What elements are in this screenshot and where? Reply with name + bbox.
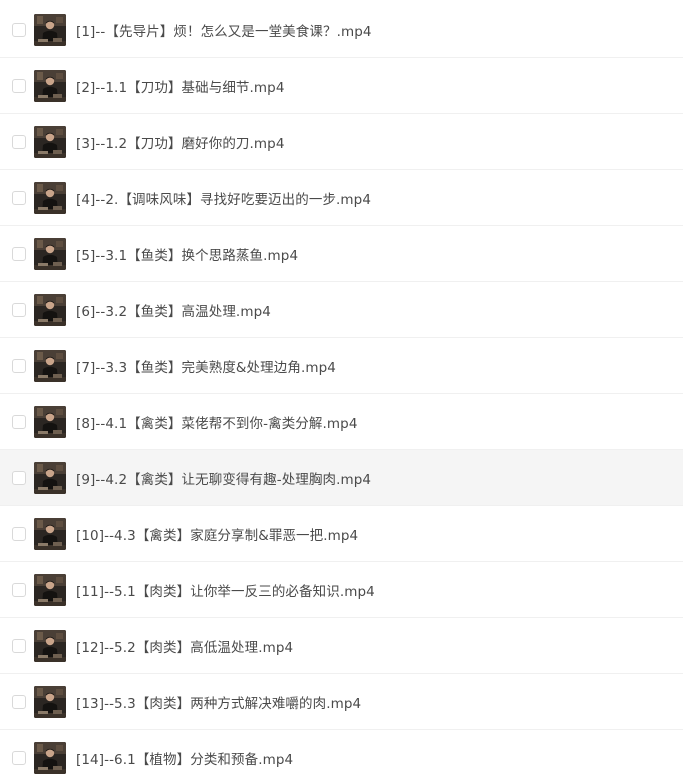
file-checkbox[interactable]	[12, 134, 26, 149]
file-name[interactable]: [14]--6.1【植物】分类和预备.mp4	[76, 748, 293, 768]
file-checkbox[interactable]	[12, 750, 26, 765]
file-row-2[interactable]: [2]--1.1【刀功】基础与细节.mp4	[0, 58, 683, 114]
file-name[interactable]: [13]--5.3【肉类】两种方式解决难嚼的肉.mp4	[76, 692, 361, 712]
file-row-3[interactable]: [3]--1.2【刀功】磨好你的刀.mp4	[0, 114, 683, 170]
video-thumbnail-icon[interactable]	[34, 405, 66, 438]
video-thumbnail-icon[interactable]	[34, 741, 66, 774]
video-thumbnail-icon[interactable]	[34, 237, 66, 270]
video-thumbnail-icon[interactable]	[34, 125, 66, 158]
file-name[interactable]: [12]--5.2【肉类】高低温处理.mp4	[76, 636, 293, 656]
file-name[interactable]: [8]--4.1【禽类】菜佬帮不到你-禽类分解.mp4	[76, 412, 358, 432]
file-row-8[interactable]: [8]--4.1【禽类】菜佬帮不到你-禽类分解.mp4	[0, 394, 683, 450]
file-row-11[interactable]: [11]--5.1【肉类】让你举一反三的必备知识.mp4	[0, 562, 683, 618]
file-name[interactable]: [7]--3.3【鱼类】完美熟度&处理边角.mp4	[76, 356, 336, 376]
video-thumbnail-icon[interactable]	[34, 685, 66, 718]
file-row-12[interactable]: [12]--5.2【肉类】高低温处理.mp4	[0, 618, 683, 674]
file-checkbox[interactable]	[12, 582, 26, 597]
file-name[interactable]: [2]--1.1【刀功】基础与细节.mp4	[76, 76, 285, 96]
file-name[interactable]: [9]--4.2【禽类】让无聊变得有趣-处理胸肉.mp4	[76, 468, 371, 488]
file-checkbox[interactable]	[12, 246, 26, 261]
file-checkbox[interactable]	[12, 78, 26, 93]
video-thumbnail-icon[interactable]	[34, 517, 66, 550]
file-row-6[interactable]: [6]--3.2【鱼类】高温处理.mp4	[0, 282, 683, 338]
video-thumbnail-icon[interactable]	[34, 349, 66, 382]
file-name[interactable]: [3]--1.2【刀功】磨好你的刀.mp4	[76, 132, 285, 152]
file-name[interactable]: [4]--2.【调味风味】寻找好吃要迈出的一步.mp4	[76, 188, 371, 208]
file-checkbox[interactable]	[12, 694, 26, 709]
file-checkbox[interactable]	[12, 190, 26, 205]
file-list: [1]--【先导片】烦！怎么又是一堂美食课？.mp4 [2]--1.1【刀功】基…	[0, 0, 683, 782]
video-thumbnail-icon[interactable]	[34, 629, 66, 662]
file-name[interactable]: [10]--4.3【禽类】家庭分享制&罪恶一把.mp4	[76, 524, 358, 544]
file-name[interactable]: [1]--【先导片】烦！怎么又是一堂美食课？.mp4	[76, 20, 372, 40]
file-name[interactable]: [6]--3.2【鱼类】高温处理.mp4	[76, 300, 271, 320]
file-row-4[interactable]: [4]--2.【调味风味】寻找好吃要迈出的一步.mp4	[0, 170, 683, 226]
file-row-14[interactable]: [14]--6.1【植物】分类和预备.mp4	[0, 730, 683, 782]
file-checkbox[interactable]	[12, 638, 26, 653]
video-thumbnail-icon[interactable]	[34, 181, 66, 214]
video-thumbnail-icon[interactable]	[34, 69, 66, 102]
file-row-7[interactable]: [7]--3.3【鱼类】完美熟度&处理边角.mp4	[0, 338, 683, 394]
file-checkbox[interactable]	[12, 302, 26, 317]
video-thumbnail-icon[interactable]	[34, 293, 66, 326]
file-checkbox[interactable]	[12, 358, 26, 373]
file-name[interactable]: [5]--3.1【鱼类】换个思路蒸鱼.mp4	[76, 244, 298, 264]
video-thumbnail-icon[interactable]	[34, 573, 66, 606]
file-checkbox[interactable]	[12, 414, 26, 429]
file-row-9[interactable]: [9]--4.2【禽类】让无聊变得有趣-处理胸肉.mp4	[0, 450, 683, 506]
file-checkbox[interactable]	[12, 470, 26, 485]
file-checkbox[interactable]	[12, 526, 26, 541]
file-row-1[interactable]: [1]--【先导片】烦！怎么又是一堂美食课？.mp4	[0, 2, 683, 58]
video-thumbnail-icon[interactable]	[34, 13, 66, 46]
video-thumbnail-icon[interactable]	[34, 461, 66, 494]
file-row-5[interactable]: [5]--3.1【鱼类】换个思路蒸鱼.mp4	[0, 226, 683, 282]
file-name[interactable]: [11]--5.1【肉类】让你举一反三的必备知识.mp4	[76, 580, 375, 600]
file-row-13[interactable]: [13]--5.3【肉类】两种方式解决难嚼的肉.mp4	[0, 674, 683, 730]
file-row-10[interactable]: [10]--4.3【禽类】家庭分享制&罪恶一把.mp4	[0, 506, 683, 562]
file-checkbox[interactable]	[12, 22, 26, 37]
